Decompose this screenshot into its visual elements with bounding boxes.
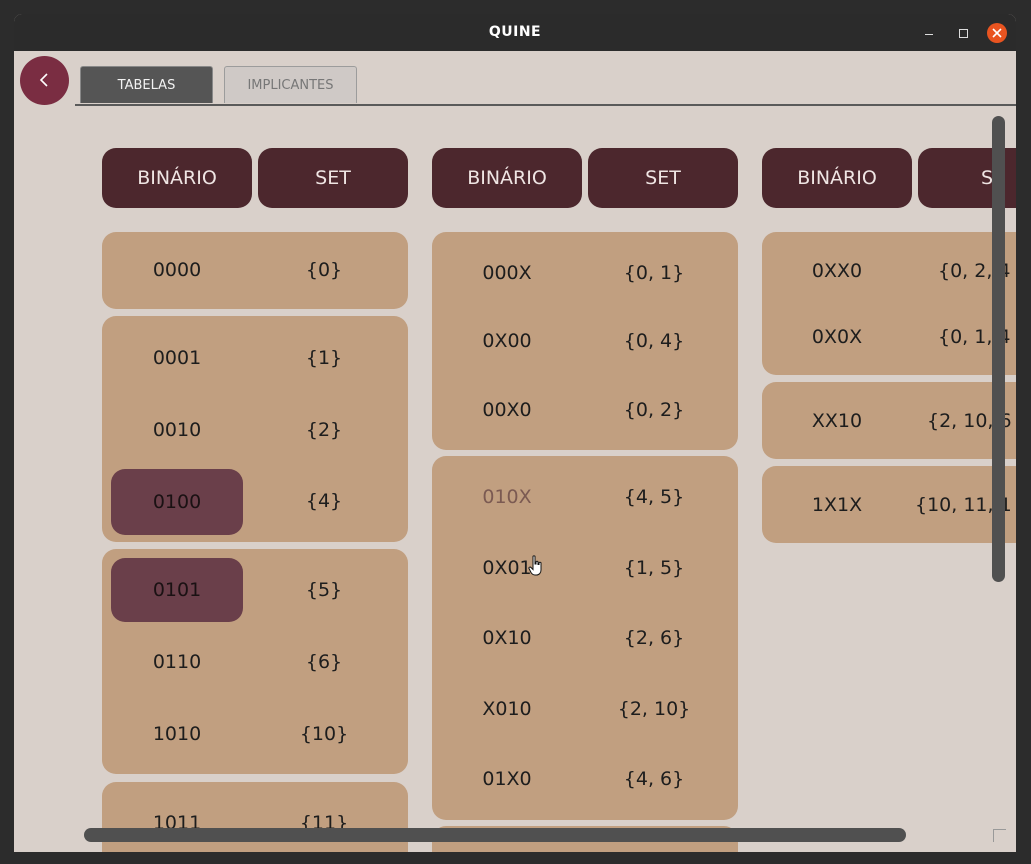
title-bar: QUINE bbox=[14, 14, 1016, 51]
minimize-icon[interactable] bbox=[919, 23, 939, 43]
vertical-scrollbar[interactable] bbox=[992, 116, 1005, 582]
minterm-group: 0101 {5} 0110 {6} 1010 {10} bbox=[102, 549, 408, 774]
main-content: TABELAS IMPLICANTES BINÁRIO SET BINÁRIO … bbox=[14, 51, 1016, 852]
binary-cell[interactable]: 0X10 bbox=[441, 606, 573, 670]
implicant-group: 0XX0 {0, 2, 4 0X0X {0, 1, 4 bbox=[762, 232, 1016, 375]
maximize-icon[interactable] bbox=[953, 23, 973, 43]
binary-cell-selected[interactable]: 0100 bbox=[111, 469, 243, 535]
tab-tabelas[interactable]: TABELAS bbox=[80, 66, 213, 103]
hand-cursor-icon bbox=[528, 555, 542, 576]
header-set: SET bbox=[588, 148, 738, 208]
set-cell: {4, 5} bbox=[623, 486, 685, 508]
set-cell: {4} bbox=[305, 490, 343, 512]
set-cell: {0, 2} bbox=[623, 399, 685, 421]
header-set: SET bbox=[258, 148, 408, 208]
header-binario: BINÁRIO bbox=[762, 148, 912, 208]
binary-cell[interactable]: 0X00 bbox=[441, 309, 573, 373]
set-cell: {5} bbox=[305, 579, 343, 601]
horizontal-scrollbar[interactable] bbox=[84, 828, 906, 842]
binary-cell[interactable]: X010 bbox=[441, 677, 573, 741]
set-cell: {6} bbox=[305, 651, 343, 673]
resize-grip-icon[interactable] bbox=[993, 829, 1006, 842]
binary-cell[interactable]: 1010 bbox=[111, 702, 243, 766]
set-cell: {1, 5} bbox=[623, 557, 685, 579]
binary-cell[interactable]: XX10 bbox=[771, 389, 903, 453]
binary-cell[interactable]: 0010 bbox=[111, 398, 243, 462]
chevron-left-icon bbox=[39, 73, 48, 87]
tab-implicantes[interactable]: IMPLICANTES bbox=[224, 66, 357, 103]
binary-cell[interactable]: 1X1X bbox=[771, 473, 903, 537]
binary-cell[interactable]: 000X bbox=[441, 241, 573, 305]
binary-cell[interactable]: 0001 bbox=[111, 326, 243, 390]
minterm-group: 0001 {1} 0010 {2} 0100 {4} bbox=[102, 316, 408, 542]
set-cell: {0, 4} bbox=[623, 330, 685, 352]
binary-cell[interactable]: 0XX0 bbox=[771, 239, 903, 303]
set-cell: {1} bbox=[305, 347, 343, 369]
binary-cell-selected[interactable]: 0101 bbox=[111, 558, 243, 622]
binary-cell[interactable]: 00X0 bbox=[441, 378, 573, 442]
header-binario: BINÁRIO bbox=[102, 148, 252, 208]
implicant-group: 1X1X {10, 11, 1 bbox=[762, 466, 1016, 543]
implicant-group: 000X {0, 1} 0X00 {0, 4} 00X0 {0, 2} bbox=[432, 232, 738, 450]
header-binario: BINÁRIO bbox=[432, 148, 582, 208]
binary-cell[interactable]: 0110 bbox=[111, 630, 243, 694]
app-window: QUINE TABELAS IMPLICANTES BINÁRIO SET BI… bbox=[14, 14, 1016, 852]
binary-cell[interactable]: 01X0 bbox=[441, 747, 573, 811]
close-icon[interactable] bbox=[987, 23, 1007, 43]
implicant-group: XX10 {2, 10, 6 bbox=[762, 382, 1016, 459]
set-cell: {2, 10} bbox=[617, 698, 691, 720]
set-cell: {0, 1} bbox=[623, 262, 685, 284]
set-cell: {2} bbox=[305, 419, 343, 441]
tables-scroll-area[interactable]: BINÁRIO SET BINÁRIO SET BINÁRIO SE 0000 … bbox=[14, 106, 1016, 852]
set-cell: {10} bbox=[299, 723, 349, 745]
set-cell: {11} bbox=[299, 812, 349, 834]
set-cell: {2, 6} bbox=[623, 627, 685, 649]
set-cell: {4, 6} bbox=[623, 768, 685, 790]
back-button[interactable] bbox=[20, 56, 69, 105]
minterm-group: 0000 {0} bbox=[102, 232, 408, 309]
binary-cell[interactable]: 1011 bbox=[111, 791, 243, 852]
binary-cell[interactable]: 0000 bbox=[111, 238, 243, 302]
binary-cell[interactable]: 0X0X bbox=[771, 305, 903, 369]
binary-cell-hovered[interactable]: 010X bbox=[441, 465, 573, 529]
implicant-group: 010X {4, 5} 0X01 {1, 5} 0X10 {2, 6} X010… bbox=[432, 456, 738, 820]
set-cell: {0} bbox=[305, 259, 343, 281]
window-title: QUINE bbox=[488, 24, 542, 40]
binary-cell[interactable]: 0X01 bbox=[441, 536, 573, 600]
